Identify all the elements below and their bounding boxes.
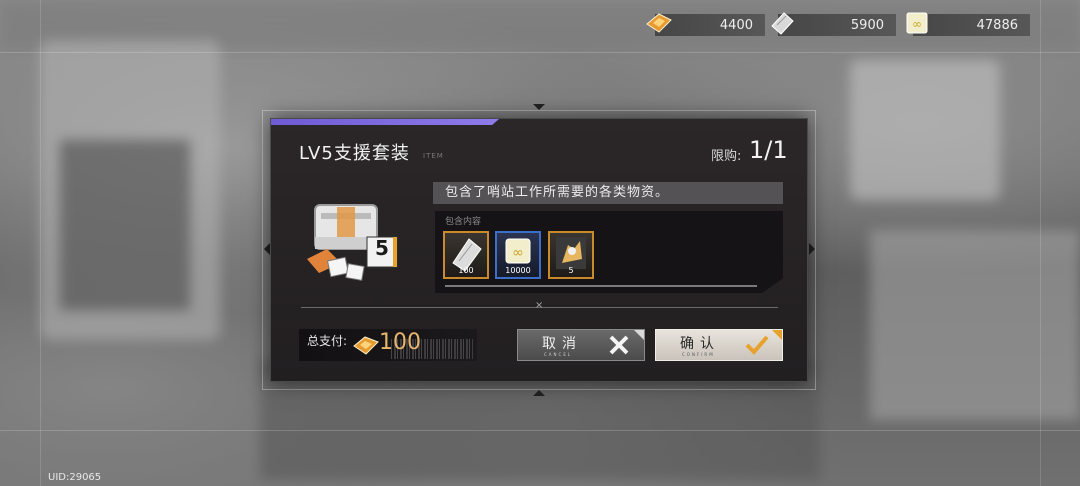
user-id: UID:29065 [48, 472, 102, 483]
grid-line [0, 430, 1080, 431]
content-item[interactable]: ∞ 10000 [495, 231, 541, 279]
item-quantity: 10000 [505, 266, 531, 275]
button-corner [634, 330, 644, 340]
gold-ticket-icon [646, 13, 672, 33]
currency-value: 4400 [719, 17, 753, 33]
silver-card-icon [771, 12, 794, 35]
svg-text:∞: ∞ [512, 245, 524, 261]
content-item[interactable]: 5 [548, 231, 594, 279]
svg-text:∞: ∞ [912, 17, 922, 31]
confirm-button-label: 确认 [680, 336, 720, 352]
cancel-button-sublabel: CANCEL [544, 352, 573, 357]
confirm-button-sublabel: CONFIRM [682, 352, 715, 357]
frame-notch [809, 243, 815, 255]
purchase-limit-label: 限购: [711, 149, 742, 164]
game-screen: 4400 5900 ∞ 47886 LV5支援套装 ITEM 限购: 1/1 5… [0, 0, 1080, 486]
infinity-coin-icon: ∞ [906, 12, 928, 34]
currency-silver-card[interactable]: 5900 [771, 12, 896, 36]
currency-gold-ticket[interactable]: 4400 [646, 13, 765, 36]
grid-line [1040, 0, 1041, 486]
supply-pack-icon [307, 204, 398, 281]
frame-notch [533, 104, 545, 110]
contents-scrollbar[interactable] [445, 285, 757, 287]
total-payment-bar: 总支付: 100 [299, 329, 477, 361]
divider-mark: × [535, 300, 544, 311]
contents-label: 包含内容 [445, 217, 482, 227]
cancel-button[interactable]: 取消 CANCEL [517, 329, 645, 361]
background-wall [870, 230, 1080, 420]
total-payment-label: 总支付: [307, 334, 348, 348]
pack-badge-number: 5 [375, 236, 389, 260]
total-payment-value: 100 [379, 330, 421, 355]
button-corner [772, 330, 782, 340]
currency-infinity-coin[interactable]: ∞ 47886 [906, 12, 1030, 36]
checkmark-icon [745, 335, 769, 355]
purchase-limit-value: 1/1 [749, 136, 788, 164]
item-quantity: 100 [458, 266, 474, 275]
currency-value: 47886 [976, 17, 1018, 33]
dialog-accent-bar [271, 119, 499, 125]
grid-line [40, 0, 41, 486]
close-icon [609, 335, 629, 355]
purchase-dialog: LV5支援套装 ITEM 限购: 1/1 5 包含了哨站工作所需要的各类物资。 … [270, 118, 808, 382]
dialog-title: LV5支援套装 [299, 143, 410, 164]
pack-description: 包含了哨站工作所需要的各类物资。 [433, 182, 783, 204]
contents-panel: 包含内容 100 ∞ 10000 5 [435, 211, 783, 293]
cancel-button-label: 取消 [542, 336, 582, 352]
item-quantity: 5 [568, 266, 574, 275]
background-panel [60, 140, 190, 310]
content-item[interactable]: 100 [443, 231, 489, 279]
dialog-title-sub: ITEM [423, 152, 444, 160]
frame-notch [533, 390, 545, 396]
currency-value: 5900 [850, 17, 884, 33]
gold-ticket-icon [353, 336, 379, 355]
grid-line [0, 52, 1080, 53]
background-crate [850, 60, 1000, 200]
confirm-button[interactable]: 确认 CONFIRM [655, 329, 783, 361]
